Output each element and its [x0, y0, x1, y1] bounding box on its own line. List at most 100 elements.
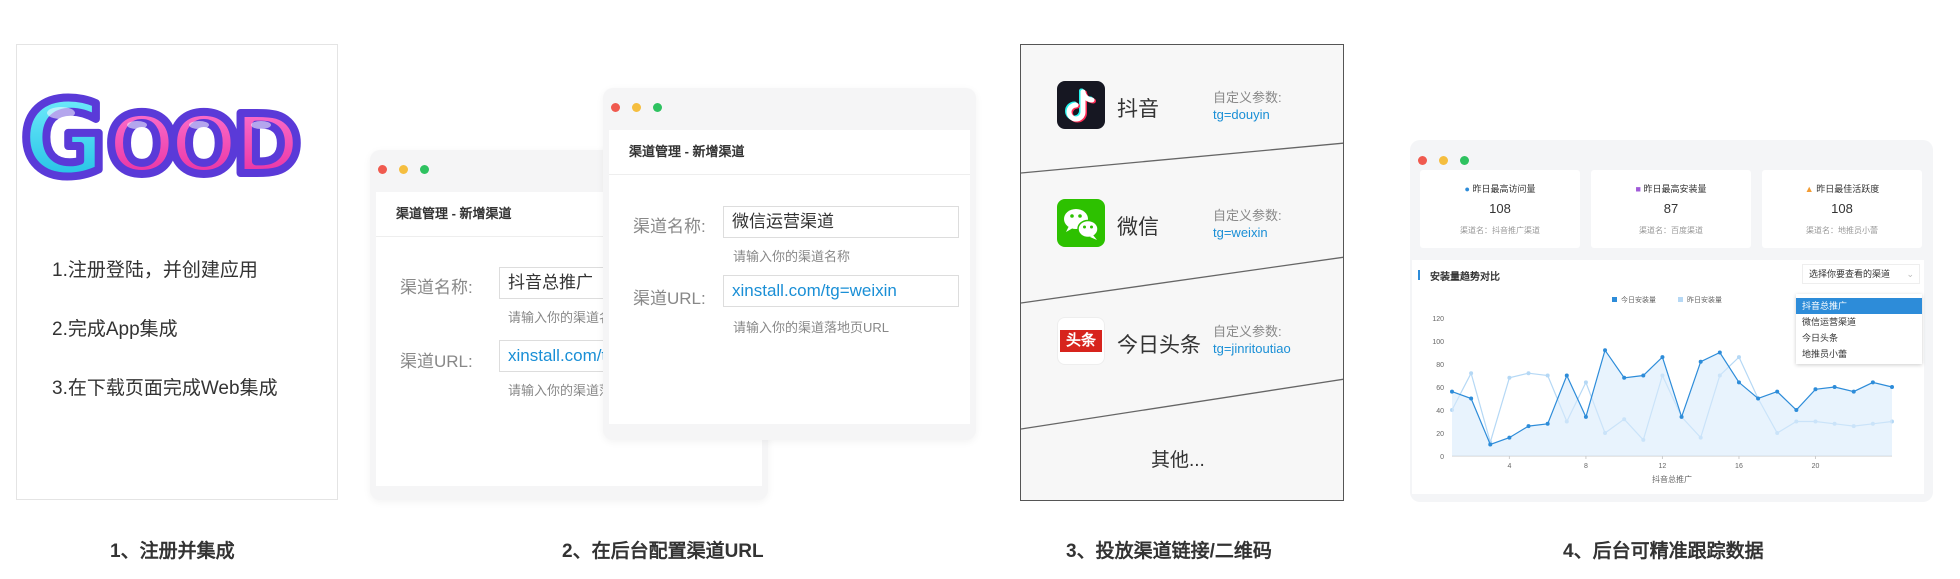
close-dot[interactable]: [1418, 156, 1427, 165]
dropdown-option[interactable]: 今日头条: [1796, 330, 1922, 346]
x-tick-label: 4: [1507, 463, 1511, 470]
channels-panel: 抖音 自定义参数: tg=douyin 微信 自定义参数: tg=weixin …: [1020, 44, 1344, 501]
x-axis-label: 抖音总推广: [1652, 474, 1692, 484]
x-tick-label: 20: [1812, 463, 1820, 470]
data-point: [1736, 355, 1741, 360]
stat-title: 昨日最佳活跃度: [1816, 184, 1880, 194]
stat-card-activity: ▲ 昨日最佳活跃度 108 渠道名：地推员小蕾: [1762, 170, 1922, 248]
legend-swatch: [1612, 297, 1617, 302]
data-point: [1794, 408, 1799, 412]
y-tick-label: 120: [1432, 316, 1444, 323]
data-point: [1660, 355, 1665, 360]
data-point: [1507, 375, 1512, 380]
stat-card-installs: ■ 昨日最高安装量 87 渠道名：百度渠道: [1591, 170, 1751, 248]
new-channel-form: 渠道管理 - 新增渠道 渠道名称: 微信运营渠道 请输入你的渠道名称 渠道URL…: [609, 130, 970, 424]
legend-label: 今日安装量: [1621, 295, 1656, 304]
data-point: [1622, 375, 1627, 380]
chart-title-bar: [1418, 270, 1420, 280]
data-point: [1679, 414, 1684, 419]
data-point: [1832, 385, 1837, 389]
close-dot[interactable]: [611, 103, 620, 112]
data-point: [1545, 373, 1550, 378]
data-point: [1890, 385, 1894, 389]
front-window: 渠道管理 - 新增渠道 渠道名称: 微信运营渠道 请输入你的渠道名称 渠道URL…: [603, 88, 976, 440]
x-tick-label: 16: [1735, 463, 1743, 470]
channel-name-label: 渠道名称:: [633, 217, 706, 236]
toutiao-icon: 头条: [1057, 317, 1105, 365]
channel-select[interactable]: 选择你要查看的渠道 ⌄: [1802, 264, 1920, 284]
data-point: [1469, 396, 1474, 401]
dropdown-option[interactable]: 地推员小蕾: [1796, 346, 1922, 362]
chevron-down-icon: ⌄: [1906, 269, 1914, 279]
chart-title: 安装量趋势对比: [1430, 272, 1500, 283]
channel-url-label: 渠道URL:: [400, 352, 473, 371]
svg-text:O: O: [107, 98, 177, 193]
step-item: 1.注册登陆，并创建应用: [52, 260, 258, 281]
svg-text:O: O: [169, 98, 239, 193]
other-channels[interactable]: 其他...: [1151, 445, 1205, 472]
minimize-dot[interactable]: [632, 103, 641, 112]
form-title: 渠道管理 - 新增渠道: [609, 130, 970, 175]
channel-name-douyin: 抖音: [1117, 98, 1159, 121]
maximize-dot[interactable]: [420, 165, 429, 174]
y-tick-label: 0: [1440, 454, 1444, 461]
y-tick-label: 60: [1436, 385, 1444, 392]
close-dot[interactable]: [378, 165, 387, 174]
x-tick-label: 12: [1659, 463, 1667, 470]
data-point: [1545, 421, 1550, 426]
maximize-dot[interactable]: [653, 103, 662, 112]
wechat-icon: [1057, 199, 1105, 247]
stat-sub: 渠道名：抖音推广渠道: [1460, 226, 1540, 235]
stat-sub: 渠道名：地推员小蕾: [1806, 226, 1878, 235]
fire-icon: ▲: [1804, 184, 1814, 194]
window-controls: [1418, 152, 1481, 170]
dropdown-option[interactable]: 抖音总推广: [1796, 298, 1922, 314]
param-value[interactable]: tg=douyin: [1213, 107, 1270, 122]
svg-text:G: G: [21, 78, 106, 200]
step-item: 3.在下载页面完成Web集成: [52, 378, 278, 399]
data-point: [1851, 389, 1856, 394]
channel-dropdown: 抖音总推广 微信运营渠道 今日头条 地推员小蕾: [1796, 294, 1922, 364]
data-point: [1583, 414, 1588, 419]
data-point: [1564, 373, 1569, 378]
good-logo: G O O D: [21, 74, 305, 203]
data-point: [1488, 442, 1493, 447]
stat-title: 昨日最高访问量: [1472, 184, 1536, 194]
data-point: [1603, 348, 1608, 353]
data-point: [1717, 350, 1722, 355]
data-point: [1450, 389, 1454, 394]
param-value[interactable]: tg=weixin: [1213, 225, 1268, 240]
channel-name-hint: 请输入你的渠道名称: [733, 249, 851, 264]
data-point: [1526, 371, 1531, 376]
dropdown-option[interactable]: 微信运营渠道: [1796, 314, 1922, 330]
x-tick-label: 8: [1584, 463, 1588, 470]
stat-value: 87: [1663, 201, 1679, 216]
param-value[interactable]: tg=jinritoutiao: [1213, 341, 1291, 356]
data-point: [1736, 380, 1741, 385]
toutiao-icon-label: 头条: [1060, 330, 1102, 352]
step-item: 2.完成App集成: [52, 319, 178, 340]
stat-card-visits: ● 昨日最高访问量 108 渠道名：抖音推广渠道: [1420, 170, 1580, 248]
step-list: 1.注册登陆，并创建应用 2.完成App集成 3.在下载页面完成Web集成: [52, 255, 278, 432]
minimize-dot[interactable]: [1439, 156, 1448, 165]
stat-sub: 渠道名：百度渠道: [1639, 226, 1703, 235]
select-placeholder: 选择你要查看的渠道: [1809, 269, 1891, 279]
window-controls: [378, 161, 441, 179]
maximize-dot[interactable]: [1460, 156, 1469, 165]
data-point: [1641, 373, 1646, 378]
data-point: [1698, 359, 1703, 364]
y-tick-label: 20: [1436, 431, 1444, 438]
y-tick-label: 40: [1436, 408, 1444, 415]
legend-swatch: [1678, 297, 1683, 302]
user-icon: ●: [1464, 184, 1470, 194]
chart-card: 安装量趋势对比 选择你要查看的渠道 ⌄ 0 20 40 60 80 100 120 4 8 12 1…: [1412, 260, 1924, 494]
channel-url-hint: 请输入你的渠道落地页URL: [733, 320, 890, 335]
data-point: [1756, 396, 1761, 401]
stat-value: 108: [1831, 201, 1853, 216]
channel-name-input[interactable]: 微信运营渠道: [723, 206, 959, 238]
data-point: [1583, 380, 1588, 385]
caption-step1: 1、注册并集成: [110, 541, 235, 562]
channel-url-input[interactable]: xinstall.com/tg=weixin: [723, 275, 959, 307]
channel-name-wechat: 微信: [1117, 216, 1159, 239]
minimize-dot[interactable]: [399, 165, 408, 174]
